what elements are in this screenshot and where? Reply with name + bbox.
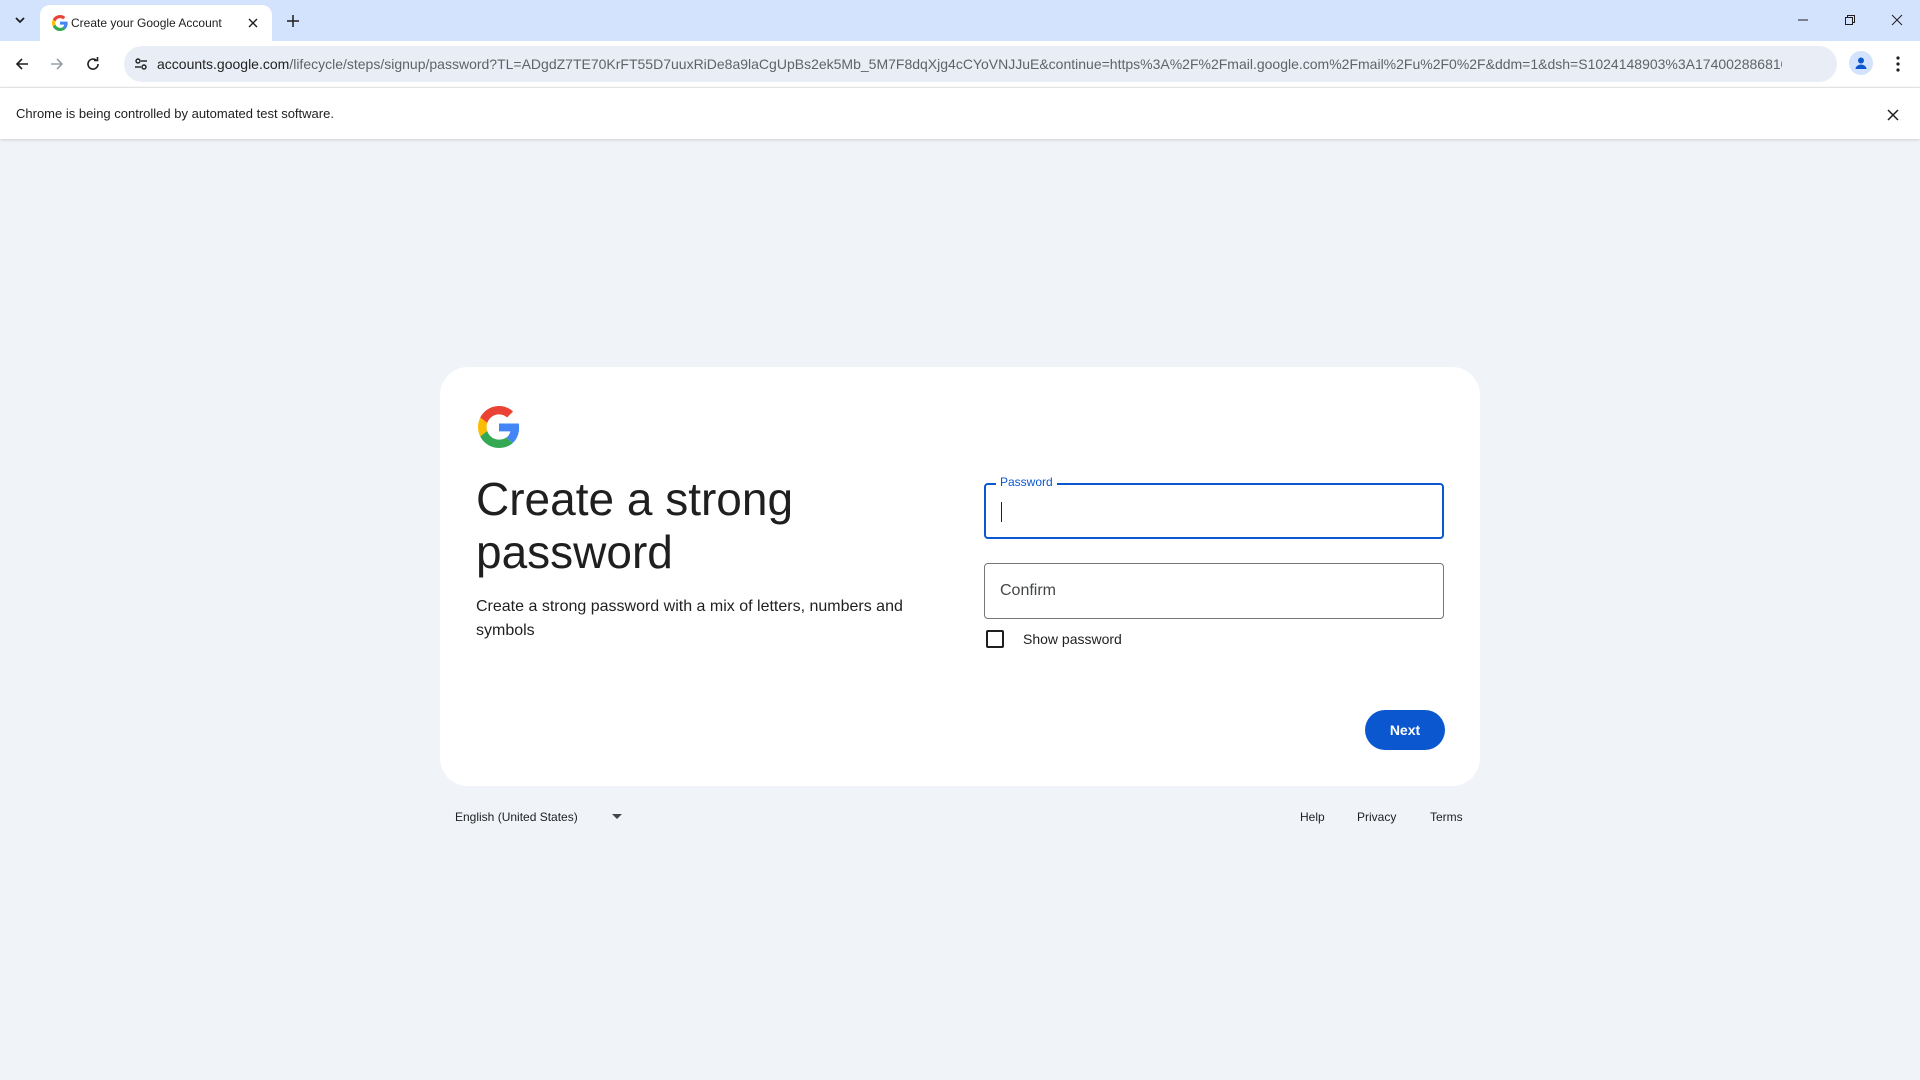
minimize-icon	[1798, 19, 1808, 21]
password-field[interactable]: Password	[984, 474, 1444, 539]
chrome-menu-button[interactable]	[1886, 52, 1910, 76]
signup-card: Create a strong password Create a strong…	[440, 367, 1480, 786]
close-icon	[248, 18, 258, 28]
dropdown-arrow-icon[interactable]	[612, 814, 622, 819]
tune-icon	[135, 58, 147, 70]
site-info-button[interactable]	[130, 53, 152, 75]
more-vert-icon	[1896, 56, 1900, 72]
google-favicon-icon	[52, 15, 68, 31]
new-tab-button[interactable]	[281, 9, 305, 33]
close-window-button[interactable]	[1874, 0, 1920, 40]
profile-icon	[1855, 57, 1867, 69]
url-host: accounts.google.com	[157, 56, 290, 72]
language-label: English (United States)	[455, 810, 578, 824]
back-arrow-icon	[15, 58, 28, 70]
confirm-field[interactable]	[984, 563, 1444, 619]
privacy-link[interactable]: Privacy	[1357, 810, 1396, 824]
address-bar[interactable]: accounts.google.com/lifecycle/steps/sign…	[124, 46, 1837, 82]
tab-title: Create your Google Account	[71, 16, 222, 30]
help-link[interactable]: Help	[1300, 810, 1325, 824]
close-icon	[1887, 109, 1899, 121]
tab-strip: Create your Google Account	[0, 0, 1920, 41]
show-password-label: Show password	[1023, 631, 1122, 647]
google-g-logo	[478, 406, 520, 448]
page-description: Create a strong password with a mix of l…	[476, 598, 903, 639]
terms-link[interactable]: Terms	[1430, 810, 1463, 824]
plus-icon	[287, 15, 299, 27]
restore-icon	[1845, 15, 1855, 25]
tab-close-button[interactable]	[243, 13, 263, 33]
reload-icon	[87, 57, 99, 70]
show-password-checkbox[interactable]	[986, 630, 1004, 648]
page-title: Create a strong password	[476, 473, 794, 578]
confirm-input[interactable]	[985, 564, 1443, 618]
minimize-button[interactable]	[1780, 0, 1826, 40]
next-button[interactable]: Next	[1365, 710, 1445, 750]
profile-button[interactable]	[1849, 51, 1873, 75]
forward-button[interactable]	[45, 52, 69, 76]
close-icon	[1891, 14, 1903, 26]
language-selector[interactable]: English (United States)	[455, 807, 578, 827]
tab-active[interactable]: Create your Google Account	[40, 5, 272, 41]
password-input[interactable]	[986, 485, 1442, 537]
back-button[interactable]	[10, 52, 34, 76]
tab-search-button[interactable]	[7, 8, 33, 32]
infobar-close-button[interactable]	[1882, 104, 1904, 126]
automation-infobar: Chrome is being controlled by automated …	[0, 87, 1920, 139]
browser-toolbar: accounts.google.com/lifecycle/steps/sign…	[0, 41, 1920, 87]
chevron-down-icon	[15, 17, 25, 24]
forward-arrow-icon	[51, 58, 64, 70]
url-text: accounts.google.com/lifecycle/steps/sign…	[157, 56, 1782, 72]
url-path: /lifecycle/steps/signup/password?TL=ADgd…	[289, 56, 1782, 72]
text-caret	[1001, 502, 1002, 522]
show-password-toggle[interactable]: Show password	[986, 628, 1122, 650]
infobar-message: Chrome is being controlled by automated …	[16, 106, 334, 121]
reload-button[interactable]	[81, 52, 105, 76]
restore-button[interactable]	[1827, 0, 1873, 40]
